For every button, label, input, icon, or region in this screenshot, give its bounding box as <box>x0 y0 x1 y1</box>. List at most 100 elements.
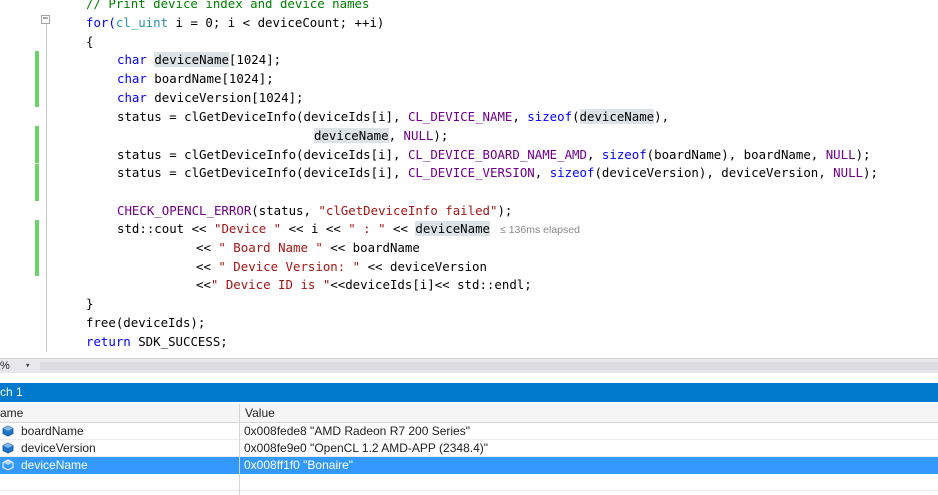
column-header-name[interactable]: ame <box>0 406 23 420</box>
highlighted-identifier: deviceName <box>415 221 491 236</box>
code-text: (boardName), boardName, <box>646 147 826 162</box>
zoom-level[interactable]: % <box>0 359 10 373</box>
macro: CL_DEVICE_NAME <box>407 109 513 124</box>
code-line-cout-board[interactable]: << " Board Name " << boardName <box>196 238 420 257</box>
editor-status-bar: % ▾ <box>0 358 938 373</box>
code-text: << boardName <box>322 240 420 255</box>
code-line-getinfo-name-cont[interactable]: deviceName, NULL); <box>314 126 448 145</box>
keyword-sizeof: sizeof <box>527 109 573 124</box>
code-line-getinfo-name[interactable]: status = clGetDeviceInfo(deviceIds[i], C… <box>117 107 669 126</box>
code-text: , <box>534 165 550 180</box>
string-literal: " Board Name " <box>218 240 323 255</box>
code-text: ), <box>654 109 670 124</box>
string-literal: " Device ID is " <box>210 277 331 292</box>
keyword-for: for( <box>86 15 116 30</box>
code-line-cout-id[interactable]: <<" Device ID is "<<deviceIds[i]<< std::… <box>196 275 532 294</box>
column-divider[interactable] <box>239 404 240 495</box>
code-text: status = clGetDeviceInfo(deviceIds[i], <box>117 147 408 162</box>
code-text: SDK_SUCCESS; <box>130 334 228 349</box>
collapse-icon[interactable]: − <box>41 15 50 24</box>
watch-row[interactable]: boardName 0x008fede8 "AMD Radeon R7 200 … <box>0 423 938 440</box>
code-text: , <box>586 147 602 162</box>
code-text: << deviceVersion <box>360 259 487 274</box>
code-line-cout[interactable]: std::cout << "Device " << i << " : " << … <box>117 219 580 238</box>
watch-row-value[interactable]: 0x008ff1f0 "Bonaire" <box>244 458 353 472</box>
code-line-check-error[interactable]: CHECK_OPENCL_ERROR(status, "clGetDeviceI… <box>117 201 512 220</box>
keyword-sizeof: sizeof <box>601 147 647 162</box>
horizontal-scrollbar[interactable] <box>40 362 938 370</box>
chevron-down-icon[interactable]: ▾ <box>25 359 30 373</box>
code-text: << i << <box>281 221 349 236</box>
macro: CL_DEVICE_VERSION <box>407 165 535 180</box>
string-literal: "Device " <box>213 221 282 236</box>
code-text: ); <box>433 128 449 143</box>
change-bar <box>35 164 39 201</box>
keyword-char: char <box>117 90 147 105</box>
variable-icon <box>2 425 14 437</box>
macro: CHECK_OPENCL_ERROR <box>117 203 252 218</box>
code-text: << <box>196 240 219 255</box>
keyword-return: return <box>86 334 131 349</box>
code-text: <<deviceIds[i]<< std::endl; <box>330 277 532 292</box>
highlighted-identifier: deviceName <box>154 52 229 67</box>
variable-icon <box>2 459 14 471</box>
code-text: status = clGetDeviceInfo(deviceIds[i], <box>117 165 408 180</box>
code-line-decl-devicename[interactable]: char deviceName[1024]; <box>117 50 281 69</box>
watch-row-name: boardName <box>21 424 84 438</box>
keyword-char: char <box>117 52 147 67</box>
macro: NULL <box>833 165 864 180</box>
code-text: std::cout << <box>117 221 214 236</box>
code-comment: // Print device index and device names <box>86 0 370 11</box>
watch-row-name: deviceVersion <box>21 441 96 455</box>
string-literal: " Device Version: " <box>218 259 361 274</box>
code-line-for[interactable]: for(cl_uint i = 0; i < deviceCount; ++i) <box>86 13 384 32</box>
code-text: ( <box>572 109 580 124</box>
highlighted-identifier: deviceName <box>579 109 655 124</box>
code-text: << <box>196 259 219 274</box>
watch-row-selected[interactable]: deviceName 0x008ff1f0 "Bonaire" <box>0 457 938 474</box>
code-text: ); <box>863 165 878 180</box>
column-header-value[interactable]: Value <box>245 406 275 420</box>
keyword-char: char <box>117 71 147 86</box>
code-text: , <box>388 128 404 143</box>
code-line-decl-boardname[interactable]: char boardName[1024]; <box>117 69 274 88</box>
watch-row[interactable]: deviceVersion 0x008fe9e0 "OpenCL 1.2 AMD… <box>0 440 938 457</box>
code-text: ); <box>497 203 513 218</box>
code-text: (status, <box>251 203 319 218</box>
change-bar <box>35 126 39 163</box>
watch-window-title-bar[interactable]: ch 1 <box>0 383 938 402</box>
code-text: , <box>512 109 528 124</box>
variable-icon <box>2 442 14 454</box>
code-line-cout-version[interactable]: << " Device Version: " << deviceVersion <box>196 257 487 276</box>
code-line-free[interactable]: free(deviceIds); <box>86 313 205 332</box>
macro: NULL <box>403 128 434 143</box>
code-text: (deviceVersion), deviceVersion, <box>594 165 834 180</box>
code-text: << <box>385 221 416 236</box>
code-text: << <box>196 277 211 292</box>
watch-column-headers: ame Value <box>0 404 938 423</box>
watch-window-title: ch 1 <box>0 385 23 399</box>
change-bar <box>35 51 39 107</box>
code-line-open-brace[interactable]: { <box>86 32 93 51</box>
string-literal: "clGetDeviceInfo failed" <box>318 203 498 218</box>
code-line-return[interactable]: return SDK_SUCCESS; <box>86 332 228 351</box>
macro: CL_DEVICE_BOARD_NAME_AMD <box>407 147 587 162</box>
outline-margin <box>46 22 47 352</box>
watch-row-value[interactable]: 0x008fe9e0 "OpenCL 1.2 AMD-APP (2348.4)" <box>244 441 488 455</box>
string-literal: " : " <box>348 221 386 236</box>
code-editor[interactable]: − // Print device index and device names… <box>0 0 938 358</box>
macro: NULL <box>825 147 856 162</box>
code-text: deviceVersion[1024]; <box>146 90 304 105</box>
code-line-getinfo-board[interactable]: status = clGetDeviceInfo(deviceIds[i], C… <box>117 145 870 164</box>
code-line-getinfo-version[interactable]: status = clGetDeviceInfo(deviceIds[i], C… <box>117 163 878 182</box>
type-cl-uint: cl_uint <box>115 15 169 30</box>
watch-row-empty[interactable] <box>0 474 938 491</box>
watch-row-value[interactable]: 0x008fede8 "AMD Radeon R7 200 Series" <box>244 424 470 438</box>
code-text: status = clGetDeviceInfo(deviceIds[i], <box>117 109 408 124</box>
watch-row-name: deviceName <box>21 458 88 472</box>
code-line-decl-deviceversion[interactable]: char deviceVersion[1024]; <box>117 88 304 107</box>
keyword-sizeof: sizeof <box>549 165 595 180</box>
code-text: [1024]; <box>228 52 282 67</box>
perf-tip[interactable]: ≤ 136ms elapsed <box>500 224 580 236</box>
code-line-close-brace[interactable]: } <box>86 294 93 313</box>
